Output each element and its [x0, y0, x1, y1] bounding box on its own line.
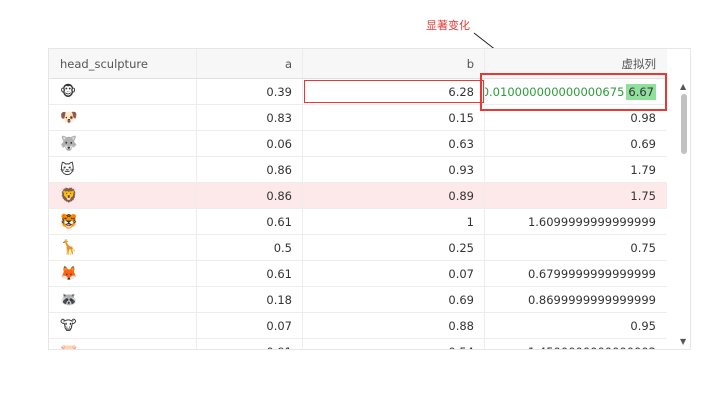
- lion-icon: 🦁: [60, 187, 78, 204]
- cell-a[interactable]: 0.86: [197, 157, 303, 182]
- monkey-icon: 🐵: [60, 83, 77, 100]
- raccoon-icon: 🦝: [60, 291, 78, 308]
- cell-virtual[interactable]: 1.79: [485, 157, 667, 182]
- cell-virtual[interactable]: 0.6799999999999999: [485, 261, 667, 286]
- table-row[interactable]: 🐯 0.61 1 1.6099999999999999: [49, 209, 667, 235]
- cell-virtual[interactable]: 0.69: [485, 131, 667, 156]
- cell-b[interactable]: 0.54: [303, 339, 485, 349]
- scroll-up-icon[interactable]: ▲: [680, 82, 686, 91]
- cell-virtual[interactable]: 1.4500000000000002: [485, 339, 667, 350]
- wolf-icon: 🐺: [60, 135, 78, 152]
- cell-a[interactable]: 0.18: [197, 287, 303, 312]
- table-row[interactable]: 🦊 0.61 0.07 0.6799999999999999: [49, 261, 667, 287]
- cell-a[interactable]: 0.06: [197, 131, 303, 156]
- fox-icon: 🦊: [60, 265, 78, 282]
- cell-virtual[interactable]: 0.95: [485, 313, 667, 338]
- cell-virtual[interactable]: 0.98: [485, 105, 667, 130]
- table-row[interactable]: 🐺 0.06 0.63 0.69: [49, 131, 667, 157]
- cell-virtual[interactable]: ↑0.010000000000000675 6.67: [485, 79, 667, 104]
- table-row[interactable]: 🦝 0.18 0.69 0.8699999999999999: [49, 287, 667, 313]
- cell-a[interactable]: 0.86: [197, 183, 303, 208]
- cell-a[interactable]: 0.5: [197, 235, 303, 260]
- annotation-label: 显著变化: [426, 19, 470, 32]
- cell-a[interactable]: 0.61: [197, 261, 303, 286]
- cell-a[interactable]: 0.07: [197, 313, 303, 338]
- data-table: head_sculpture a b 虚拟列 🐵 0.39 6.28 ↑0.01…: [48, 48, 691, 350]
- cell-virtual[interactable]: 1.75: [485, 183, 667, 208]
- cell-b[interactable]: 0.25: [303, 235, 485, 260]
- cell-virtual[interactable]: 1.6099999999999999: [485, 209, 667, 234]
- table-row[interactable]: 🐱 0.86 0.93 1.79: [49, 157, 667, 183]
- cell-b[interactable]: 0.89: [303, 183, 485, 208]
- table-row[interactable]: 🐷 0.91 0.54 1.4500000000000002: [49, 339, 667, 350]
- pig-icon: 🐷: [60, 345, 77, 350]
- cell-b[interactable]: 0.69: [303, 287, 485, 312]
- column-header-virtual[interactable]: 虚拟列: [485, 49, 667, 78]
- cell-b[interactable]: 0.07: [303, 261, 485, 286]
- column-header-head-sculpture[interactable]: head_sculpture: [49, 49, 197, 78]
- cell-a[interactable]: 0.61: [197, 209, 303, 234]
- cow-icon: 🐮: [60, 317, 77, 334]
- table-row[interactable]: 🐵 0.39 6.28 ↑0.010000000000000675 6.67: [49, 79, 667, 105]
- cell-b[interactable]: 0.15: [303, 105, 485, 130]
- cell-b[interactable]: 0.93: [303, 157, 485, 182]
- table-row-highlighted[interactable]: 🦁 0.86 0.89 1.75: [49, 183, 667, 209]
- scrollbar-thumb[interactable]: [681, 94, 687, 154]
- cell-a[interactable]: 0.39: [197, 79, 303, 104]
- table-row[interactable]: 🐶 0.83 0.15 0.98: [49, 105, 667, 131]
- vertical-scrollbar[interactable]: ▲ ▼: [678, 80, 690, 348]
- cell-b-selected[interactable]: 6.28: [303, 79, 485, 104]
- cell-a[interactable]: 0.83: [197, 105, 303, 130]
- cell-virtual[interactable]: 0.8699999999999999: [485, 287, 667, 312]
- scroll-down-icon[interactable]: ▼: [680, 337, 686, 346]
- change-delta: ↑0.010000000000000675: [485, 84, 625, 99]
- cat-icon: 🐱: [60, 161, 75, 178]
- dog-icon: 🐶: [60, 109, 78, 126]
- cell-b[interactable]: 0.88: [303, 313, 485, 338]
- table-row[interactable]: 🐮 0.07 0.88 0.95: [49, 313, 667, 339]
- column-header-b[interactable]: b: [303, 49, 485, 78]
- cell-b[interactable]: 0.63: [303, 131, 485, 156]
- column-header-a[interactable]: a: [197, 49, 303, 78]
- giraffe-icon: 🦒: [60, 239, 78, 256]
- cell-b[interactable]: 1: [303, 209, 485, 234]
- cell-a[interactable]: 0.91: [197, 339, 303, 349]
- table-row[interactable]: 🦒 0.5 0.25 0.75: [49, 235, 667, 261]
- table-header-row: head_sculpture a b 虚拟列: [49, 49, 667, 79]
- changed-value: 6.67: [626, 83, 656, 100]
- cell-virtual[interactable]: 0.75: [485, 235, 667, 260]
- tiger-icon: 🐯: [60, 213, 78, 230]
